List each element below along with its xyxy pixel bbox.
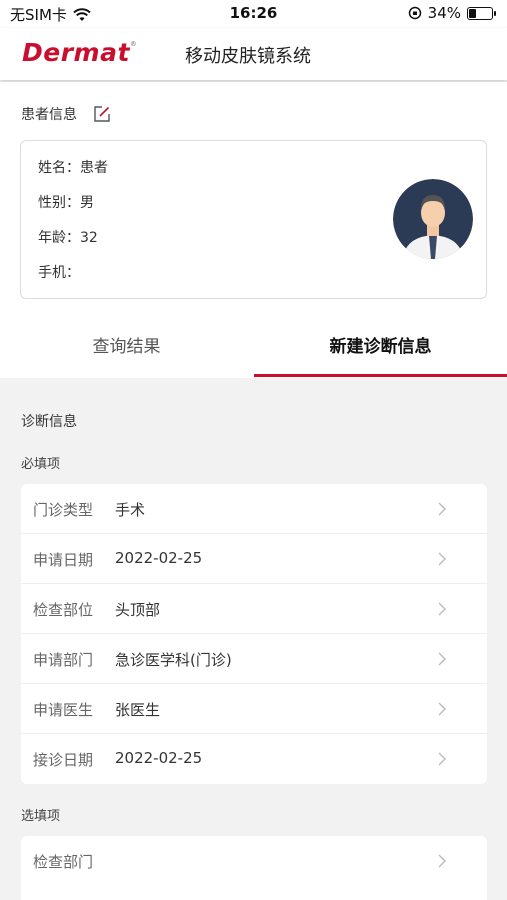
row-label: 申请部门 <box>33 651 94 669</box>
app-header: Dermat® 移动皮肤镜系统 <box>0 28 507 80</box>
row-label: 检查部位 <box>33 601 94 619</box>
patient-age-field: 年龄：32 <box>38 227 98 247</box>
app-title: 移动皮肤镜系统 <box>185 46 311 67</box>
required-label: 必填项 <box>21 457 61 472</box>
battery-percent: 34% <box>427 4 461 22</box>
chevron-right-icon <box>438 752 446 766</box>
status-right: 34% <box>408 4 496 22</box>
registered-mark: ® <box>129 40 138 48</box>
patient-age: 32 <box>80 230 98 246</box>
edit-icon[interactable] <box>93 105 111 123</box>
row-value: 2022-02-25 <box>115 749 203 767</box>
tab-new-diagnosis[interactable]: 新建诊断信息 <box>254 318 507 378</box>
row-value: 头顶部 <box>115 601 161 619</box>
row-label: 申请日期 <box>33 551 94 569</box>
row-label: 门诊类型 <box>33 501 94 519</box>
status-bar: 无SIM卡 16:26 34% <box>0 0 507 28</box>
row-value: 张医生 <box>115 701 161 719</box>
row-value: 手术 <box>115 501 146 519</box>
diagnosis-title: 诊断信息 <box>21 414 77 430</box>
field-label: 年龄： <box>38 230 80 246</box>
list-item-apply-department[interactable]: 申请部门 急诊医学科(门诊) <box>21 634 487 684</box>
battery-level <box>469 8 476 18</box>
chevron-right-icon <box>438 652 446 666</box>
row-value: 2022-02-25 <box>115 549 203 567</box>
chevron-right-icon <box>438 702 446 716</box>
row-label: 接诊日期 <box>33 751 94 769</box>
tab-bar: 查询结果 新建诊断信息 <box>0 318 507 378</box>
patient-name: 患者 <box>80 160 108 176</box>
chevron-right-icon <box>438 552 446 566</box>
list-item-reception-date[interactable]: 接诊日期 2022-02-25 <box>21 734 487 784</box>
patient-name-field: 姓名：患者 <box>38 157 108 177</box>
row-label: 检查部门 <box>33 853 94 871</box>
patient-gender: 男 <box>80 195 94 211</box>
tab-query-results[interactable]: 查询结果 <box>0 318 253 378</box>
optional-list: 检查部门 <box>21 836 487 900</box>
field-label: 性别： <box>38 195 80 211</box>
list-item-exam-site[interactable]: 检查部位 头顶部 <box>21 584 487 634</box>
patient-section: 患者信息 姓名：患者 性别：男 年龄：32 手机： <box>0 82 507 318</box>
chevron-right-icon <box>438 602 446 616</box>
row-label: 申请医生 <box>33 701 94 719</box>
active-tab-indicator <box>254 374 507 377</box>
chevron-right-icon <box>438 502 446 516</box>
field-label: 姓名： <box>38 160 80 176</box>
doctor-avatar <box>393 179 473 259</box>
required-list: 门诊类型 手术 申请日期 2022-02-25 检查部位 头顶部 申请部门 急诊… <box>21 484 487 784</box>
patient-card: 姓名：患者 性别：男 年龄：32 手机： <box>20 140 487 299</box>
dermat-logo: Dermat® <box>22 38 137 67</box>
list-item-apply-date[interactable]: 申请日期 2022-02-25 <box>21 534 487 584</box>
orientation-lock-icon <box>408 6 421 20</box>
patient-phone-field: 手机： <box>38 262 80 282</box>
patient-gender-field: 性别：男 <box>38 192 94 212</box>
field-label: 手机： <box>38 265 80 281</box>
list-item-clinic-type[interactable]: 门诊类型 手术 <box>21 484 487 534</box>
battery-icon <box>467 6 496 20</box>
row-value: 急诊医学科(门诊) <box>115 651 232 669</box>
logo-text: Dermat <box>22 38 130 67</box>
list-item-apply-doctor[interactable]: 申请医生 张医生 <box>21 684 487 734</box>
list-item-exam-department[interactable]: 检查部门 <box>21 836 487 886</box>
chevron-right-icon <box>438 854 446 868</box>
optional-label: 选填项 <box>21 809 61 824</box>
patient-section-title: 患者信息 <box>21 107 77 123</box>
patient-section-header: 患者信息 <box>21 104 111 124</box>
